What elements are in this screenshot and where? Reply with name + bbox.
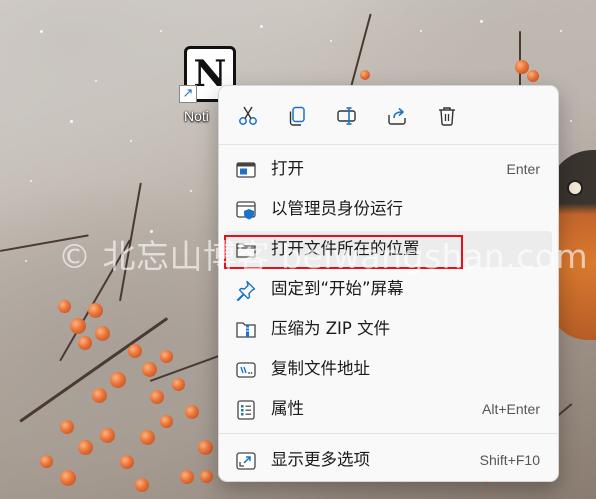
wallpaper-berry [128, 344, 142, 358]
context-menu: 打开 Enter 以管理员身份运行 打开文件所在的位置 固定到“开始”屏幕 压缩… [218, 85, 559, 482]
wallpaper-berry [150, 390, 164, 404]
menu-item-compress-zip[interactable]: 压缩为 ZIP 文件 [225, 311, 552, 347]
shield-window-icon [235, 199, 257, 221]
menu-item-label: 以管理员身份运行 [271, 199, 403, 218]
delete-button[interactable] [429, 98, 465, 134]
copy-icon [289, 106, 305, 126]
wallpaper-berry [120, 455, 134, 469]
menu-item-label: 显示更多选项 [271, 450, 370, 469]
menu-item-show-more-options[interactable]: 显示更多选项 Shift+F10 [225, 442, 552, 478]
wallpaper-berry [40, 455, 53, 468]
wallpaper-snowflake [40, 30, 43, 33]
wallpaper-snowflake [130, 140, 132, 142]
wallpaper-berry [360, 70, 370, 80]
wallpaper-snowflake [560, 30, 562, 32]
menu-separator [219, 433, 558, 434]
wallpaper-berry [88, 303, 103, 318]
wallpaper-snowflake [480, 20, 483, 23]
rename-button[interactable] [329, 98, 365, 134]
wallpaper-berry [185, 405, 199, 419]
menu-item-shortcut: Alt+Enter [482, 401, 540, 417]
wallpaper-snowflake [330, 40, 332, 42]
properties-icon [235, 399, 257, 421]
share-button[interactable] [379, 98, 415, 134]
wallpaper-berry [135, 478, 149, 492]
watermark-text: © 北忘山博客 beiwangshan.com [58, 237, 589, 276]
shortcut-arrow-icon: ↗ [179, 85, 197, 103]
wallpaper-berry [70, 318, 86, 334]
wallpaper-snowflake [420, 30, 422, 32]
menu-item-shortcut: Enter [506, 161, 540, 177]
wallpaper-berry [198, 440, 213, 455]
cut-button[interactable] [230, 98, 266, 134]
wallpaper-berry [160, 350, 173, 363]
menu-item-open[interactable]: 打开 Enter [225, 151, 552, 187]
rename-icon [337, 107, 356, 125]
wallpaper-berry [60, 470, 76, 486]
delete-icon [439, 107, 455, 126]
wallpaper-snowflake [570, 120, 572, 122]
menu-item-run-as-admin[interactable]: 以管理员身份运行 [225, 191, 552, 227]
wallpaper-snowflake [70, 120, 73, 123]
copy-path-icon [235, 359, 257, 381]
wallpaper-berry [180, 470, 194, 484]
wallpaper-berry [60, 420, 74, 434]
menu-item-properties[interactable]: 属性 Alt+Enter [225, 391, 552, 427]
menu-item-label: 属性 [271, 399, 304, 418]
wallpaper-berry [140, 430, 155, 445]
context-menu-toolbar [219, 86, 558, 144]
pin-icon [235, 279, 257, 301]
wallpaper-berry [78, 440, 93, 455]
wallpaper-berry [95, 326, 110, 341]
wallpaper-branch [349, 13, 372, 92]
wallpaper-berry [160, 415, 173, 428]
robin-eye [567, 180, 583, 196]
menu-item-label: 复制文件地址 [271, 359, 370, 378]
menu-item-copy-path[interactable]: 复制文件地址 [225, 351, 552, 387]
menu-separator [219, 144, 558, 145]
wallpaper-snowflake [30, 180, 32, 182]
wallpaper-snowflake [25, 260, 27, 262]
wallpaper-berry [110, 372, 126, 388]
wallpaper-snowflake [95, 80, 97, 82]
zip-folder-icon [235, 319, 257, 341]
wallpaper-berry [92, 388, 107, 403]
wallpaper-berry [78, 336, 92, 350]
menu-item-label: 压缩为 ZIP 文件 [271, 319, 391, 338]
menu-item-shortcut: Shift+F10 [479, 452, 540, 468]
wallpaper-berry [58, 300, 71, 313]
open-window-icon [235, 159, 257, 181]
wallpaper-berry [100, 428, 115, 443]
copy-button[interactable] [279, 98, 315, 134]
wallpaper-snowflake [160, 30, 162, 32]
wallpaper-snowflake [260, 25, 263, 28]
more-options-icon [235, 450, 257, 472]
wallpaper-berry [200, 470, 213, 483]
share-icon [388, 107, 406, 125]
wallpaper-berry [172, 378, 185, 391]
menu-item-label: 打开 [271, 159, 304, 178]
wallpaper-berry [142, 362, 157, 377]
wallpaper-snowflake [190, 190, 192, 192]
desktop-shortcut-label: Noti [184, 108, 209, 124]
wallpaper-berry [527, 70, 539, 82]
cut-icon [239, 106, 257, 125]
